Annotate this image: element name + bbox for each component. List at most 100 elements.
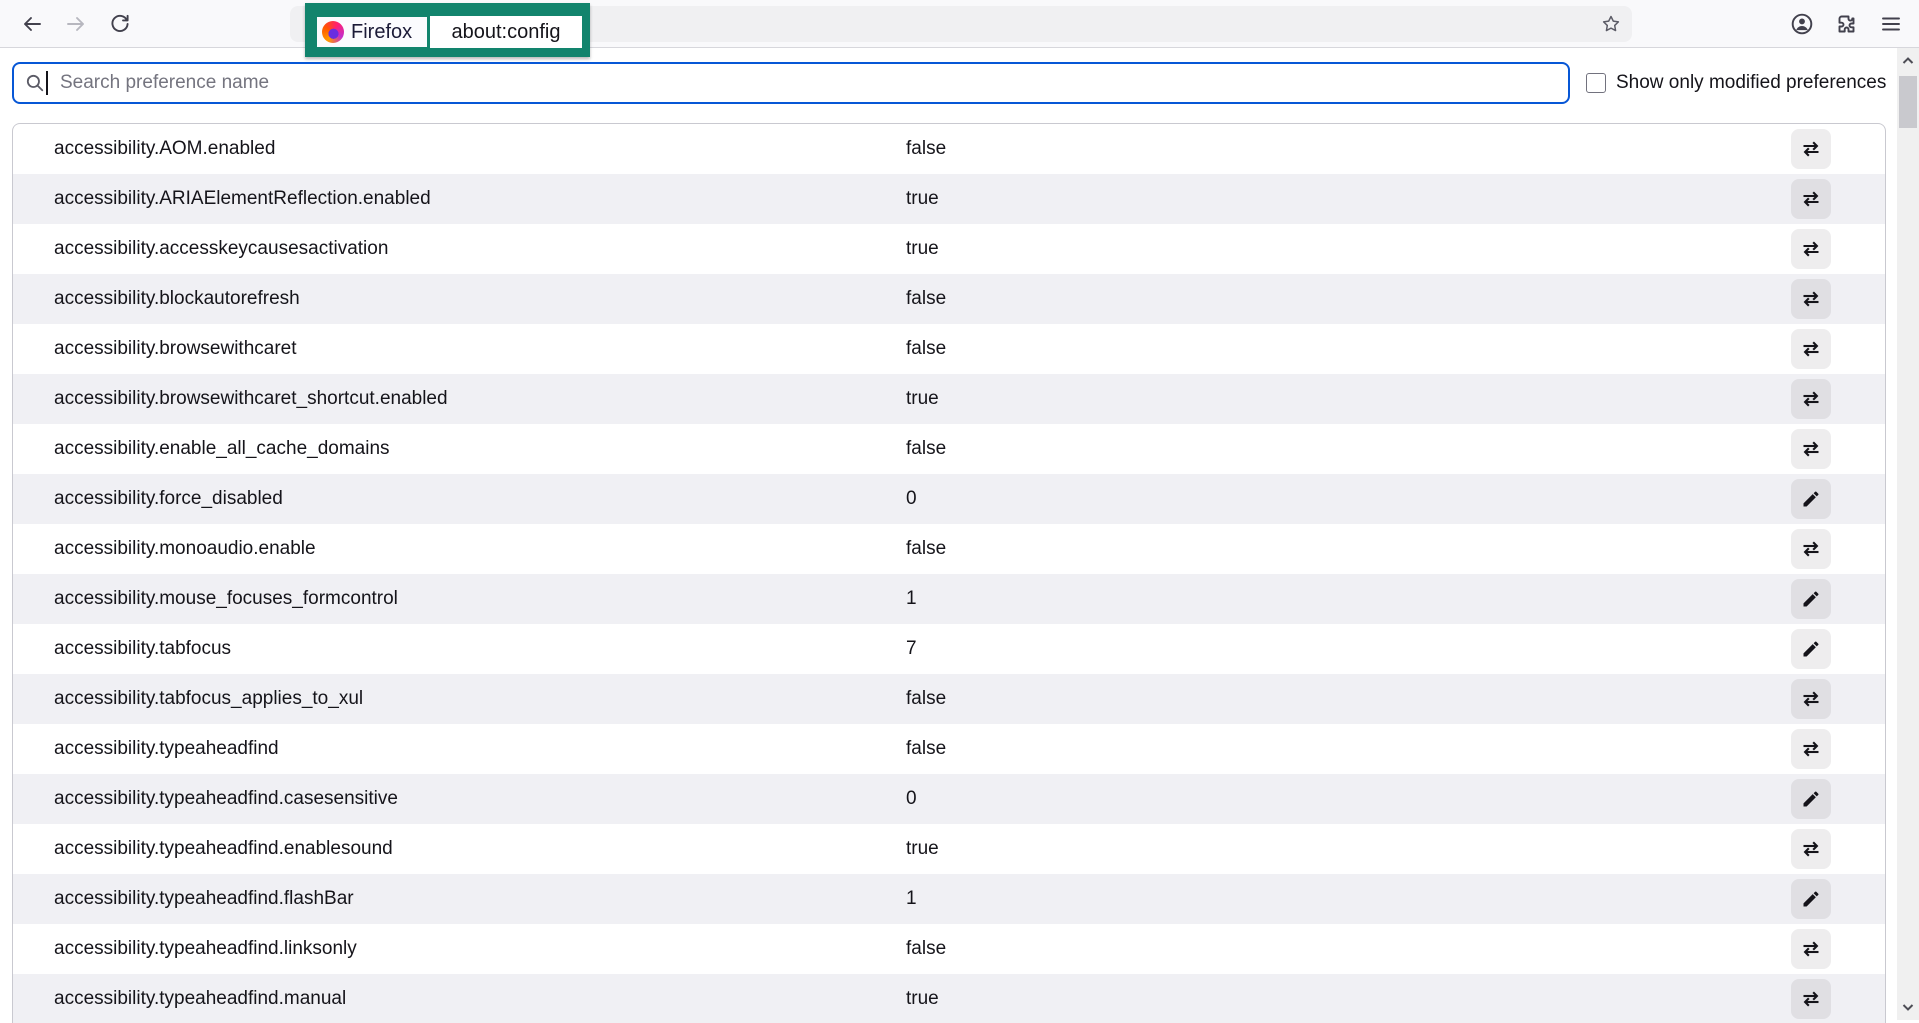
pref-row: accessibility.mouse_focuses_formcontrol 1 (13, 574, 1885, 624)
pencil-icon (1801, 789, 1821, 809)
pref-row: accessibility.enable_all_cache_domains fa… (13, 424, 1885, 474)
pref-name: accessibility.monoaudio.enable (54, 524, 316, 574)
extensions-button[interactable] (1826, 4, 1866, 44)
menu-button[interactable] (1871, 4, 1911, 44)
url-text-box: about:config (430, 16, 582, 48)
url-highlight-annotation: Firefox about:config (305, 3, 590, 57)
toggle-button[interactable] (1791, 329, 1831, 369)
reload-button[interactable] (100, 4, 140, 44)
preferences-table: accessibility.AOM.enabledfalseaccessibil… (12, 123, 1886, 1023)
scrollbar-thumb[interactable] (1899, 76, 1917, 128)
pencil-icon (1801, 589, 1821, 609)
toggle-button[interactable] (1791, 229, 1831, 269)
page-scrollbar[interactable] (1897, 48, 1919, 1020)
pref-value: false (906, 924, 946, 974)
toggle-icon (1800, 988, 1822, 1010)
chevron-down-icon (1901, 1000, 1915, 1014)
toggle-icon (1800, 138, 1822, 160)
toggle-button[interactable] (1791, 729, 1831, 769)
pref-row: accessibility.typeaheadfind.casesensitiv… (13, 774, 1885, 824)
pref-row: accessibility.ARIAElementReflection.enab… (13, 174, 1885, 224)
reload-icon (108, 12, 132, 36)
edit-button[interactable] (1791, 879, 1831, 919)
hamburger-icon (1879, 12, 1903, 36)
firefox-logo-icon (322, 21, 344, 43)
pref-row: accessibility.accesskeycausesactivationt… (13, 224, 1885, 274)
edit-button[interactable] (1791, 629, 1831, 669)
pref-name: accessibility.typeaheadfind.casesensitiv… (54, 774, 398, 824)
toggle-icon (1800, 188, 1822, 210)
pref-name: accessibility.typeaheadfind.enablesound (54, 824, 393, 874)
edit-button[interactable] (1791, 579, 1831, 619)
pref-value: 0 (906, 474, 917, 524)
modified-filter: Show only modified preferences (1586, 72, 1886, 94)
pref-name: accessibility.mouse_focuses_formcontrol (54, 574, 398, 624)
search-input[interactable] (12, 62, 1570, 104)
toggle-button[interactable] (1791, 429, 1831, 469)
pref-value: false (906, 524, 946, 574)
browser-toolbar (0, 0, 1919, 48)
pref-row: accessibility.monoaudio.enable false (13, 524, 1885, 574)
text-caret (46, 71, 48, 95)
pref-value: false (906, 124, 946, 174)
pref-row: accessibility.typeaheadfind.linksonly fal… (13, 924, 1885, 974)
pref-name: accessibility.typeaheadfind.flashBar (54, 874, 354, 924)
pref-value: 7 (906, 624, 917, 674)
pref-value: false (906, 324, 946, 374)
url-text: about:config (452, 21, 561, 44)
pref-value: 0 (906, 774, 917, 824)
pref-name: accessibility.tabfocus (54, 624, 231, 674)
pref-value: 1 (906, 574, 917, 624)
toggle-icon (1800, 738, 1822, 760)
pref-name: accessibility.browsewithcaret_shortcut.e… (54, 374, 448, 424)
edit-button[interactable] (1791, 479, 1831, 519)
toggle-button[interactable] (1791, 979, 1831, 1019)
toggle-button[interactable] (1791, 179, 1831, 219)
pref-name: accessibility.accesskeycausesactivation (54, 224, 388, 274)
toggle-button[interactable] (1791, 379, 1831, 419)
pref-name: accessibility.typeaheadfind (54, 724, 279, 774)
pref-name: accessibility.blockautorefresh (54, 274, 300, 324)
pref-row: accessibility.typeaheadfind.manual true (13, 974, 1885, 1023)
pref-value: false (906, 674, 946, 724)
account-button[interactable] (1782, 4, 1822, 44)
bookmark-star-button[interactable] (1596, 9, 1626, 39)
toggle-button[interactable] (1791, 529, 1831, 569)
toggle-button[interactable] (1791, 129, 1831, 169)
scroll-up-button[interactable] (1897, 50, 1919, 72)
pref-row: accessibility.force_disabled 0 (13, 474, 1885, 524)
scroll-down-button[interactable] (1897, 996, 1919, 1018)
toggle-button[interactable] (1791, 279, 1831, 319)
pref-row: accessibility.tabfocus_applies_to_xulfal… (13, 674, 1885, 724)
pref-value: 1 (906, 874, 917, 924)
account-icon (1789, 11, 1815, 37)
back-button[interactable] (12, 4, 52, 44)
toggle-button[interactable] (1791, 679, 1831, 719)
forward-button[interactable] (56, 4, 96, 44)
toggle-icon (1800, 688, 1822, 710)
pref-name: accessibility.typeaheadfind.linksonly (54, 924, 357, 974)
pref-name: accessibility.AOM.enabled (54, 124, 275, 174)
pref-name: accessibility.ARIAElementReflection.enab… (54, 174, 431, 224)
toggle-icon (1800, 438, 1822, 460)
toggle-icon (1800, 938, 1822, 960)
chevron-up-icon (1901, 54, 1915, 68)
toggle-button[interactable] (1791, 829, 1831, 869)
pref-name: accessibility.typeaheadfind.manual (54, 974, 346, 1023)
pref-value: false (906, 274, 946, 324)
pref-name: accessibility.force_disabled (54, 474, 283, 524)
toggle-icon (1800, 238, 1822, 260)
toggle-button[interactable] (1791, 929, 1831, 969)
toggle-icon (1800, 288, 1822, 310)
show-modified-label[interactable]: Show only modified preferences (1616, 72, 1886, 94)
pencil-icon (1801, 889, 1821, 909)
pref-value: true (906, 974, 939, 1023)
pref-value: false (906, 424, 946, 474)
pref-row: accessibility.tabfocus 7 (13, 624, 1885, 674)
show-modified-checkbox[interactable] (1586, 73, 1606, 93)
star-icon (1600, 13, 1622, 35)
pref-row: accessibility.blockautorefresh false (13, 274, 1885, 324)
edit-button[interactable] (1791, 779, 1831, 819)
site-identity-chip: Firefox (317, 17, 427, 47)
pref-name: accessibility.enable_all_cache_domains (54, 424, 390, 474)
